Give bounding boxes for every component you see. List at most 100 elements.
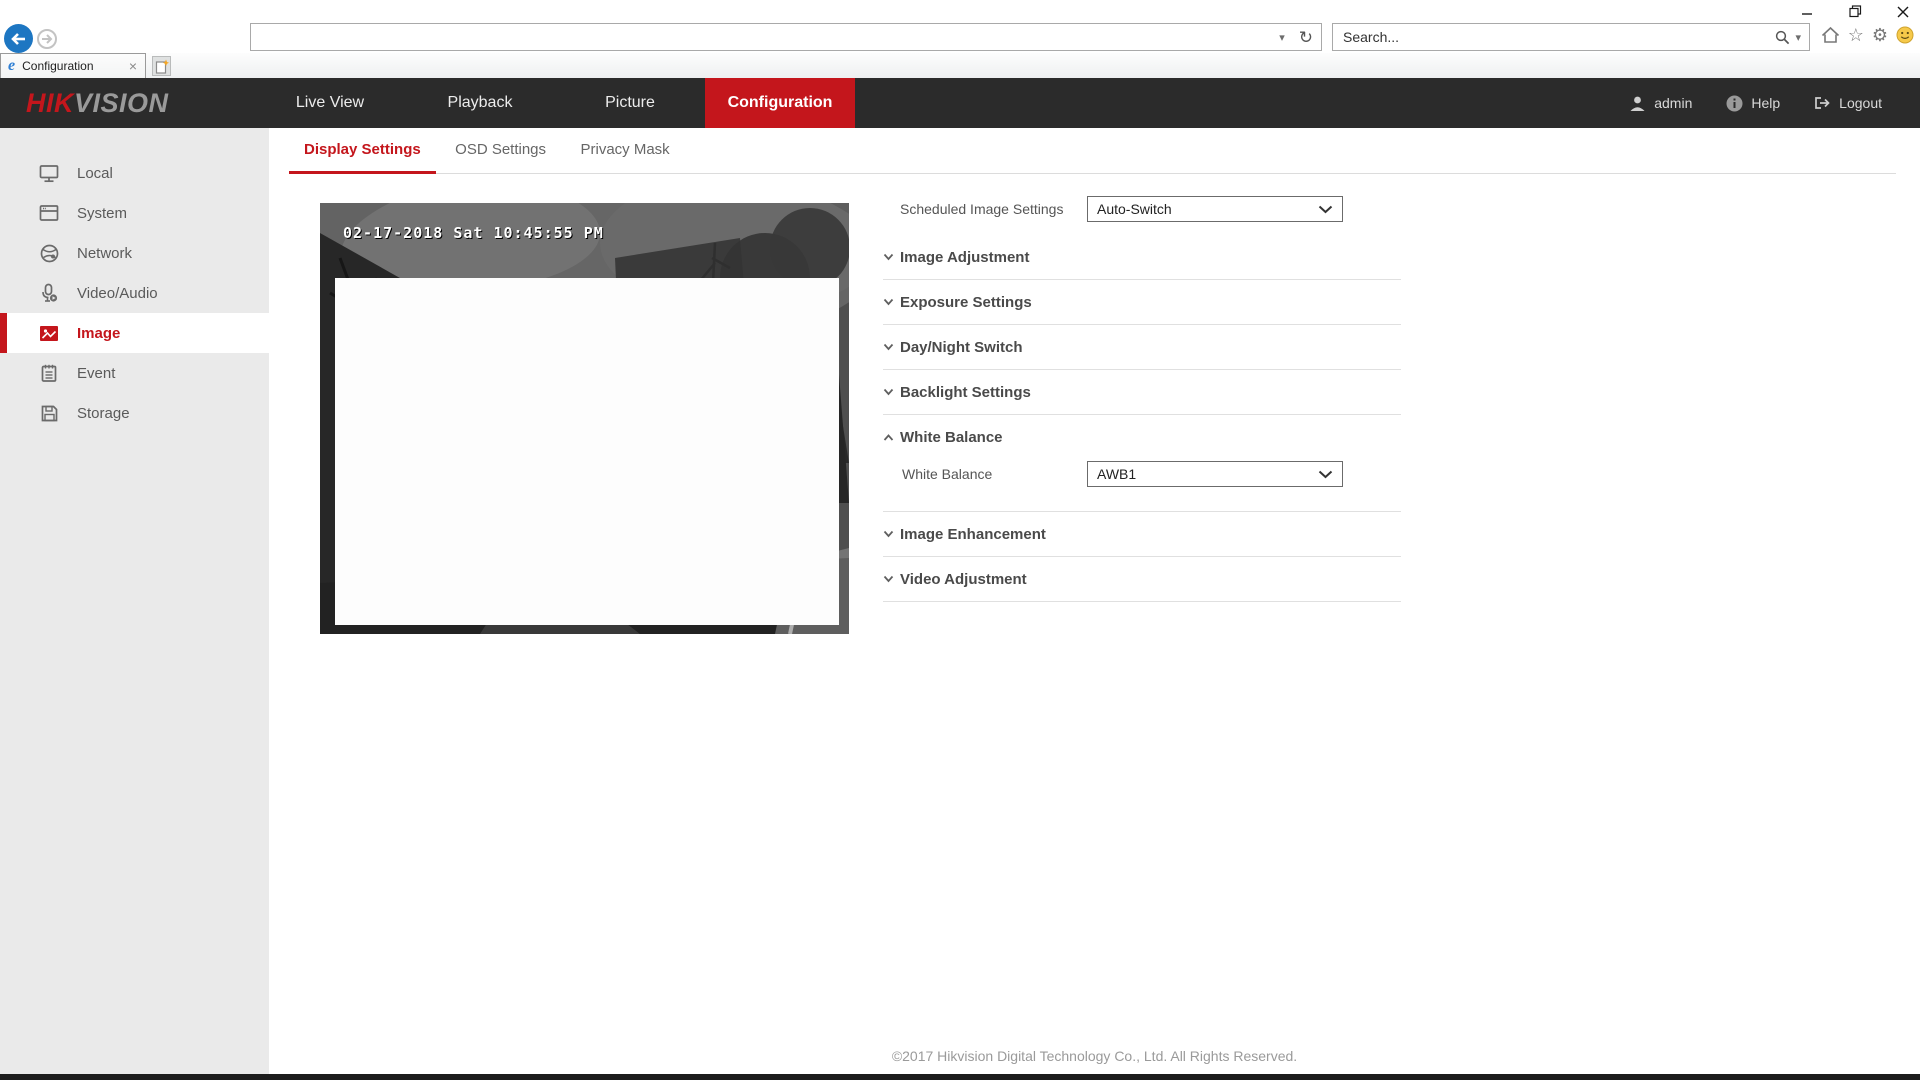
- back-arrow-icon: [10, 32, 27, 46]
- back-button[interactable]: [4, 24, 33, 53]
- main-panel: Display Settings OSD Settings Privacy Ma…: [269, 128, 1920, 1074]
- section-exposure-settings[interactable]: Exposure Settings: [883, 280, 1401, 325]
- tab-privacy-mask[interactable]: Privacy Mask: [565, 128, 684, 174]
- sidebar-label: Network: [77, 245, 132, 262]
- tab-close-icon[interactable]: ×: [127, 58, 139, 74]
- sidebar-item-storage[interactable]: Storage: [0, 393, 269, 433]
- address-input[interactable]: [261, 29, 1279, 45]
- nav-configuration[interactable]: Configuration: [705, 78, 855, 128]
- section-title: Exposure Settings: [900, 294, 1032, 311]
- search-dropdown-icon[interactable]: ▾: [1795, 31, 1801, 44]
- minimize-button[interactable]: [1796, 2, 1818, 22]
- chevron-down-icon: [883, 298, 894, 306]
- section-white-balance[interactable]: White Balance: [883, 415, 1401, 460]
- nav-playback[interactable]: Playback: [405, 78, 555, 128]
- image-settings-panel: Scheduled Image Settings Auto-Switch Ima…: [883, 128, 1401, 602]
- tab-display-settings[interactable]: Display Settings: [289, 128, 436, 174]
- sidebar-label: System: [77, 205, 127, 222]
- user-name: admin: [1654, 95, 1692, 111]
- address-dropdown-icon[interactable]: ▾: [1279, 31, 1285, 44]
- scheduled-image-settings-select[interactable]: Auto-Switch: [1087, 196, 1343, 222]
- section-video-adjustment[interactable]: Video Adjustment: [883, 557, 1401, 602]
- sidebar-item-network[interactable]: Network: [0, 233, 269, 273]
- sidebar: Local System: [0, 128, 269, 1074]
- nav-picture[interactable]: Picture: [555, 78, 705, 128]
- white-balance-select[interactable]: AWB1: [1087, 461, 1343, 487]
- taskbar-edge: [0, 1074, 1920, 1080]
- sidebar-label: Image: [77, 325, 120, 342]
- section-image-enhancement[interactable]: Image Enhancement: [883, 512, 1401, 557]
- user-menu[interactable]: admin: [1629, 95, 1692, 112]
- section-title: Image Enhancement: [900, 526, 1046, 543]
- nav-live-view[interactable]: Live View: [255, 78, 405, 128]
- settings-gear-icon[interactable]: ⚙: [1872, 26, 1888, 44]
- close-button[interactable]: [1892, 2, 1914, 22]
- home-icon[interactable]: [1821, 26, 1840, 44]
- event-icon: [38, 363, 60, 383]
- tab-title: Configuration: [22, 59, 127, 73]
- search-input[interactable]: [1343, 29, 1775, 45]
- help-button[interactable]: Help: [1726, 95, 1780, 112]
- scheduled-image-settings-label: Scheduled Image Settings: [900, 196, 1063, 222]
- content: Local System: [0, 128, 1920, 1074]
- chevron-down-icon: [1318, 470, 1333, 479]
- new-tab-icon: [155, 59, 169, 74]
- sidebar-item-event[interactable]: Event: [0, 353, 269, 393]
- chevron-down-icon: [883, 253, 894, 261]
- sidebar-label: Event: [77, 365, 115, 382]
- globe-icon: [38, 243, 60, 263]
- section-day-night-switch[interactable]: Day/Night Switch: [883, 325, 1401, 370]
- section-title: Video Adjustment: [900, 571, 1027, 588]
- address-bar[interactable]: ▾ ↻: [250, 23, 1322, 51]
- app-header: HIKVISION Live View Playback Picture Con…: [0, 78, 1920, 128]
- favorites-star-icon[interactable]: ☆: [1848, 26, 1864, 44]
- user-icon: [1629, 95, 1646, 112]
- browser-chrome: ▾ ↻ ▾ ☆ ⚙: [0, 0, 1920, 78]
- chevron-down-icon: [883, 530, 894, 538]
- camera-preview: 02-17-2018 Sat 10:45:55 PM: [320, 203, 849, 634]
- browser-tab-configuration[interactable]: e Configuration ×: [0, 53, 146, 78]
- monitor-icon: [38, 163, 60, 183]
- section-image-adjustment[interactable]: Image Adjustment: [883, 235, 1401, 280]
- header-right: admin Help: [1629, 78, 1882, 128]
- logout-label: Logout: [1839, 95, 1882, 111]
- sidebar-item-image[interactable]: Image: [0, 313, 269, 353]
- sidebar-item-video-audio[interactable]: Video/Audio: [0, 273, 269, 313]
- section-title: Backlight Settings: [900, 384, 1031, 401]
- section-backlight-settings[interactable]: Backlight Settings: [883, 370, 1401, 415]
- help-label: Help: [1751, 95, 1780, 111]
- search-icon[interactable]: [1775, 30, 1790, 45]
- sidebar-label: Video/Audio: [77, 285, 158, 302]
- collapsible-sections: Image Adjustment Exposure Settings Day/N…: [883, 235, 1401, 602]
- search-box[interactable]: ▾: [1332, 23, 1810, 51]
- forward-arrow-icon: [41, 34, 53, 44]
- restore-button[interactable]: [1844, 2, 1866, 22]
- refresh-icon[interactable]: ↻: [1299, 29, 1313, 46]
- logo-vision: VISION: [74, 88, 169, 119]
- image-icon: [38, 323, 60, 343]
- chevron-down-icon: [883, 388, 894, 396]
- info-icon: [1726, 95, 1743, 112]
- chevron-down-icon: [1318, 205, 1333, 214]
- tab-osd-settings[interactable]: OSD Settings: [440, 128, 561, 174]
- scheduled-image-settings-row: Scheduled Image Settings Auto-Switch: [883, 196, 1401, 222]
- sidebar-label: Local: [77, 165, 113, 182]
- new-tab-button[interactable]: [152, 56, 171, 76]
- section-title: Day/Night Switch: [900, 339, 1023, 356]
- ie-favicon: e: [8, 57, 15, 75]
- select-value: AWB1: [1097, 466, 1136, 482]
- browser-action-icons: ☆ ⚙: [1821, 26, 1914, 44]
- tab-bar: e Configuration ×: [0, 53, 1920, 78]
- sidebar-item-system[interactable]: System: [0, 193, 269, 233]
- hikvision-logo: HIKVISION: [26, 78, 169, 128]
- main-nav: Live View Playback Picture Configuration: [255, 78, 855, 128]
- logout-icon: [1814, 95, 1831, 111]
- sidebar-item-local[interactable]: Local: [0, 153, 269, 193]
- smiley-feedback-icon[interactable]: [1896, 26, 1914, 44]
- page: ▾ ↻ ▾ ☆ ⚙: [0, 0, 1920, 1080]
- sidebar-label: Storage: [77, 405, 130, 422]
- section-title: White Balance: [900, 429, 1003, 446]
- forward-button[interactable]: [37, 29, 57, 49]
- chevron-down-icon: [883, 575, 894, 583]
- logout-button[interactable]: Logout: [1814, 95, 1882, 111]
